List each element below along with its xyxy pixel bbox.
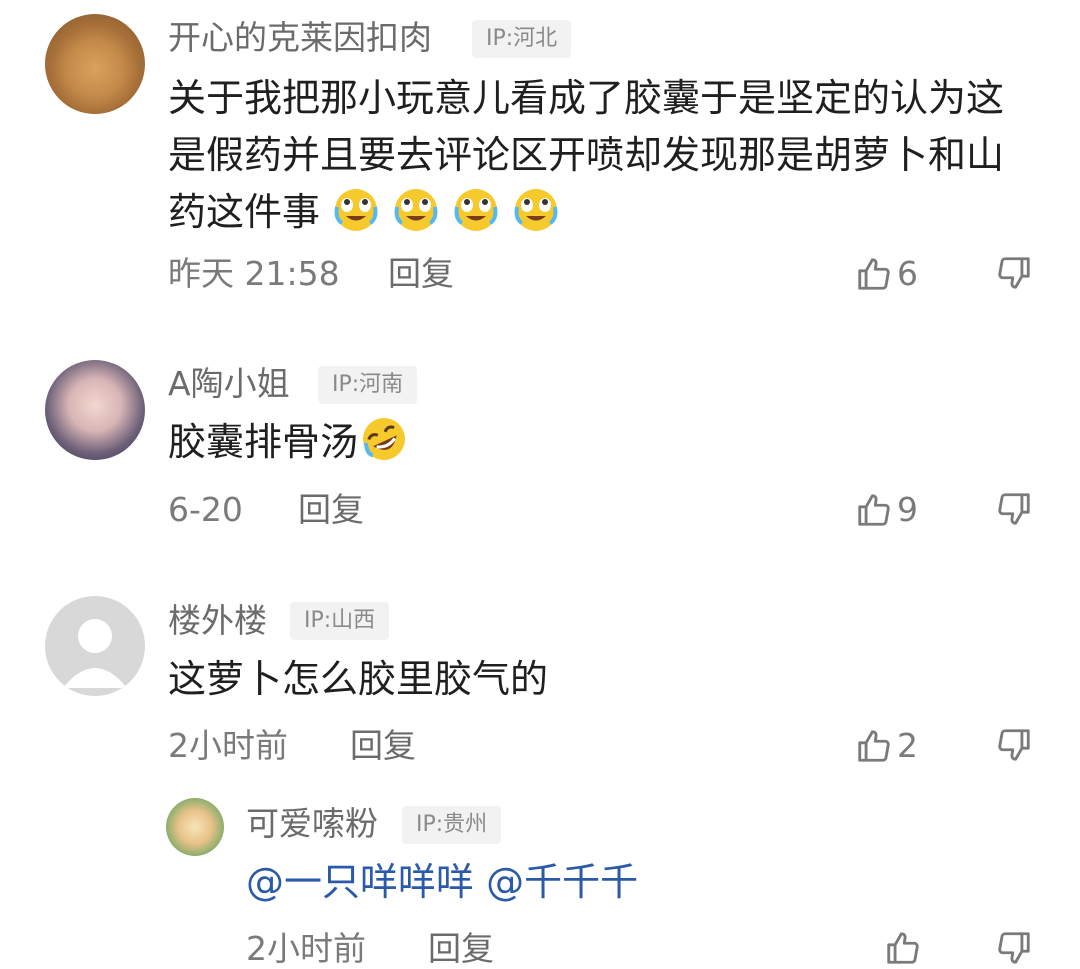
crying-laughing-emoji [334, 189, 378, 231]
comment-text-body: 关于我把那小玩意儿看成了胶囊于是坚定的认为这是假药并且要去评论区开喷却发现那是胡… [168, 76, 1005, 234]
comment-time: 昨天 21:58 [168, 254, 340, 293]
comment-text-body: 胶囊排骨汤 [168, 420, 359, 464]
thumbs-up-icon[interactable] [884, 929, 922, 967]
default-avatar-icon [63, 619, 127, 688]
avatar[interactable] [166, 798, 224, 856]
reply-text[interactable]: @一只咩咩咩 @千千千 [246, 854, 638, 911]
avatar[interactable] [45, 360, 145, 460]
crying-laughing-emoji [514, 189, 558, 231]
username[interactable]: 开心的克莱因扣肉 [168, 18, 432, 58]
avatar[interactable] [45, 14, 145, 114]
like-button[interactable]: 6 [855, 254, 918, 294]
comment-text[interactable]: 这萝卜怎么胶里胶气的 [168, 651, 548, 708]
thumbs-up-icon [858, 729, 890, 762]
like-count: 6 [897, 254, 918, 293]
like-count: 2 [897, 726, 918, 765]
reply-button[interactable]: 回复 [428, 929, 494, 969]
crying-laughing-emoji [454, 189, 498, 231]
reply-button[interactable]: 回复 [388, 254, 454, 294]
thumbs-down-icon[interactable] [995, 929, 1033, 967]
like-count: 9 [897, 490, 918, 529]
rofl-emoji [363, 418, 406, 460]
username[interactable]: 楼外楼 [168, 601, 267, 641]
ip-location-tag: IP:河北 [472, 20, 572, 58]
comment-time: 2小时前 [168, 726, 288, 765]
comment-text[interactable]: 胶囊排骨汤 [168, 414, 408, 471]
avatar[interactable] [45, 596, 145, 696]
like-button[interactable]: 2 [855, 726, 918, 766]
thumbs-down-icon[interactable] [995, 490, 1033, 528]
username[interactable]: 可爱嗦粉 [246, 804, 378, 844]
thumbs-down-icon[interactable] [995, 726, 1033, 764]
reply-button[interactable]: 回复 [350, 726, 416, 766]
reply-button[interactable]: 回复 [298, 490, 364, 530]
crying-laughing-emoji [394, 189, 438, 231]
thumbs-down-icon[interactable] [995, 254, 1033, 292]
username[interactable]: A陶小姐 [168, 364, 290, 404]
comment-text[interactable]: 关于我把那小玩意儿看成了胶囊于是坚定的认为这是假药并且要去评论区开喷却发现那是胡… [168, 70, 1018, 241]
comment-time: 6-20 [168, 490, 243, 529]
thumbs-up-icon [858, 257, 890, 290]
comment-time: 2小时前 [246, 929, 366, 968]
like-button[interactable]: 9 [855, 490, 918, 530]
mention-link[interactable]: @千千千 [486, 860, 638, 904]
ip-location-tag: IP:山西 [290, 602, 390, 640]
mention-link[interactable]: @一只咩咩咩 [246, 860, 474, 904]
thumbs-up-icon [858, 493, 890, 526]
ip-location-tag: IP:贵州 [402, 806, 502, 844]
ip-location-tag: IP:河南 [318, 366, 418, 404]
